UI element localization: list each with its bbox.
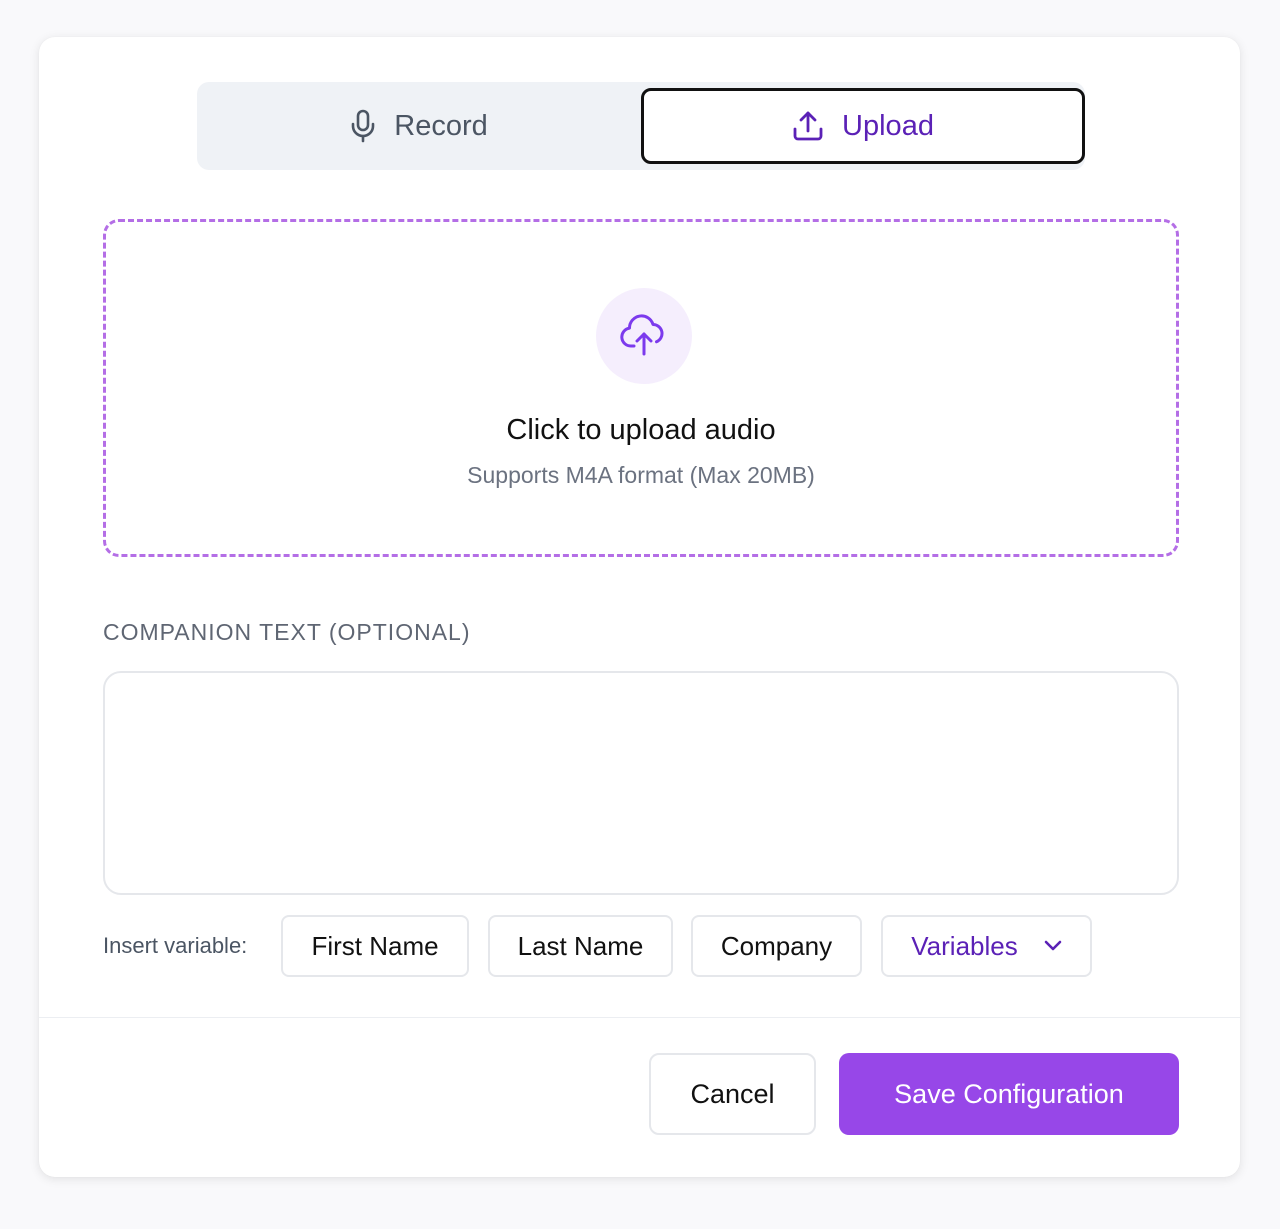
cloud-upload-icon — [596, 288, 692, 384]
companion-text-label: COMPANION TEXT (OPTIONAL) — [103, 619, 471, 645]
tab-upload[interactable]: Upload — [641, 88, 1085, 164]
companion-text-input[interactable] — [103, 671, 1179, 895]
insert-last-name-button[interactable]: Last Name — [488, 915, 673, 977]
dropzone-title: Click to upload audio — [506, 414, 776, 446]
footer-divider — [39, 1017, 1240, 1018]
tab-upload-label: Upload — [842, 109, 934, 142]
microphone-icon — [350, 109, 376, 143]
chevron-down-icon — [1044, 940, 1062, 952]
variables-dropdown[interactable]: Variables — [881, 915, 1092, 977]
save-configuration-button[interactable]: Save Configuration — [839, 1053, 1179, 1135]
cancel-button[interactable]: Cancel — [649, 1053, 816, 1135]
upload-audio-card: Record Upload Click to upload audio Supp… — [39, 37, 1240, 1177]
insert-company-button[interactable]: Company — [691, 915, 862, 977]
tab-record-label: Record — [394, 109, 488, 142]
dropzone-subtitle: Supports M4A format (Max 20MB) — [467, 462, 815, 488]
audio-dropzone[interactable]: Click to upload audio Supports M4A forma… — [103, 219, 1179, 557]
tab-record[interactable]: Record — [197, 82, 641, 170]
mode-toggle: Record Upload — [197, 82, 1085, 170]
insert-first-name-button[interactable]: First Name — [281, 915, 469, 977]
variables-dropdown-label: Variables — [911, 930, 1018, 961]
insert-variable-label: Insert variable: — [103, 933, 248, 958]
upload-icon — [792, 111, 824, 141]
